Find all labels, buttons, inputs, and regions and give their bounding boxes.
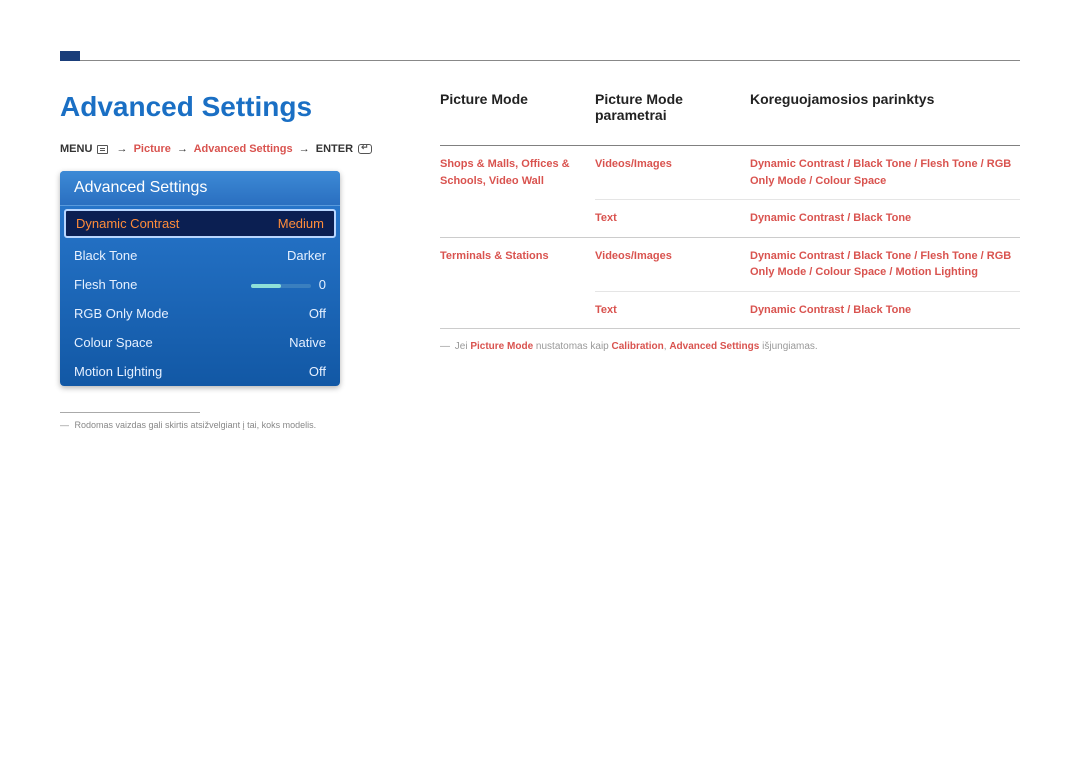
subrow: Videos/ImagesDynamic Contrast / Black To… xyxy=(595,146,1020,200)
osd-value-wrap: 0 xyxy=(251,277,326,292)
arrow-icon: → xyxy=(177,143,188,155)
cell-param: Videos/Images xyxy=(595,248,750,281)
footnote-text: Rodomas vaizdas gali skirtis atsižvelgia… xyxy=(75,420,317,430)
cell-subrows: Videos/ImagesDynamic Contrast / Black To… xyxy=(595,146,1020,237)
osd-value: Medium xyxy=(278,216,324,231)
osd-value: 0 xyxy=(319,277,326,292)
osd-value-wrap: Native xyxy=(289,335,326,350)
table-header-opts: Koreguojamosios parinktys xyxy=(750,91,1020,123)
breadcrumb-picture: Picture xyxy=(134,143,171,155)
osd-label: Motion Lighting xyxy=(74,364,162,379)
osd-row[interactable]: RGB Only Mode Off xyxy=(60,299,340,328)
osd-value-wrap: Darker xyxy=(287,248,326,263)
settings-table: Picture Mode Picture Mode parametrai Kor… xyxy=(440,91,1020,329)
osd-label: RGB Only Mode xyxy=(74,306,169,321)
subrow: TextDynamic Contrast / Black Tone xyxy=(595,292,1020,329)
page-title: Advanced Settings xyxy=(60,91,400,123)
osd-row[interactable]: Black Tone Darker xyxy=(60,241,340,270)
osd-row[interactable]: Dynamic Contrast Medium xyxy=(64,209,336,238)
cell-opts: Dynamic Contrast / Black Tone / Flesh To… xyxy=(750,248,1020,281)
menu-icon xyxy=(97,145,108,154)
osd-label: Black Tone xyxy=(74,248,137,263)
breadcrumb: MENU → Picture → Advanced Settings → ENT… xyxy=(60,143,400,155)
table-header-param: Picture Mode parametrai xyxy=(595,91,750,123)
footnote: ― Rodomas vaizdas gali skirtis atsižvelg… xyxy=(60,419,400,432)
osd-label: Colour Space xyxy=(74,335,153,350)
breadcrumb-enter: ENTER xyxy=(316,143,353,155)
table-row: Terminals & StationsVideos/ImagesDynamic… xyxy=(440,238,1020,330)
note-b2: Calibration xyxy=(612,341,664,352)
cell-param: Videos/Images xyxy=(595,156,750,189)
osd-row[interactable]: Motion Lighting Off xyxy=(60,357,340,386)
osd-value-wrap: Off xyxy=(309,364,326,379)
footnote-rule xyxy=(60,412,200,413)
slider-track[interactable] xyxy=(251,284,311,288)
cell-mode: Shops & Malls, Offices & Schools, Video … xyxy=(440,146,595,237)
osd-value: Off xyxy=(309,306,326,321)
note-t1: Jei xyxy=(455,341,471,352)
osd-label: Flesh Tone xyxy=(74,277,137,292)
arrow-icon: → xyxy=(117,143,128,155)
cell-opts: Dynamic Contrast / Black Tone xyxy=(750,210,1020,227)
note-b1: Picture Mode xyxy=(470,341,533,352)
enter-icon xyxy=(358,144,372,154)
cell-opts: Dynamic Contrast / Black Tone xyxy=(750,302,1020,319)
osd-value-wrap: Off xyxy=(309,306,326,321)
note-b3: Advanced Settings xyxy=(669,341,759,352)
note-dash: ― xyxy=(440,339,452,354)
cell-param: Text xyxy=(595,302,750,319)
osd-value-wrap: Medium xyxy=(278,216,324,231)
osd-header: Advanced Settings xyxy=(60,171,340,206)
cell-opts: Dynamic Contrast / Black Tone / Flesh To… xyxy=(750,156,1020,189)
table-header-row: Picture Mode Picture Mode parametrai Kor… xyxy=(440,91,1020,146)
breadcrumb-advanced: Advanced Settings xyxy=(194,143,293,155)
breadcrumb-menu: MENU xyxy=(60,143,92,155)
note-t4: išjungiamas. xyxy=(759,341,817,352)
note-t2: nustatomas kaip xyxy=(533,341,611,352)
table-header-mode: Picture Mode xyxy=(440,91,595,123)
osd-label: Dynamic Contrast xyxy=(76,216,179,231)
cell-subrows: Videos/ImagesDynamic Contrast / Black To… xyxy=(595,238,1020,329)
osd-value: Native xyxy=(289,335,326,350)
osd-row[interactable]: Colour Space Native xyxy=(60,328,340,357)
osd-value: Off xyxy=(309,364,326,379)
subrow: TextDynamic Contrast / Black Tone xyxy=(595,200,1020,237)
cell-mode: Terminals & Stations xyxy=(440,238,595,329)
footnote-dash: ― xyxy=(60,420,69,430)
cell-param: Text xyxy=(595,210,750,227)
osd-value: Darker xyxy=(287,248,326,263)
subrow: Videos/ImagesDynamic Contrast / Black To… xyxy=(595,238,1020,292)
osd-row[interactable]: Flesh Tone 0 xyxy=(60,270,340,299)
osd-panel: Advanced Settings Dynamic Contrast Medium… xyxy=(60,171,340,386)
table-note: ― Jei Picture Mode nustatomas kaip Calib… xyxy=(440,329,1020,364)
top-rule xyxy=(60,60,1020,61)
arrow-icon: → xyxy=(299,143,310,155)
table-row: Shops & Malls, Offices & Schools, Video … xyxy=(440,146,1020,238)
